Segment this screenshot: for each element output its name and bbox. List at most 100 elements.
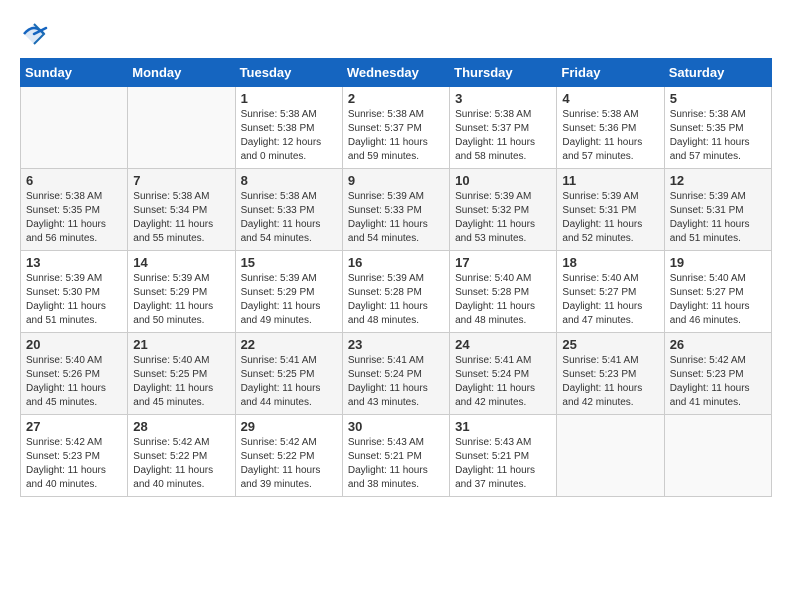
day-number: 7: [133, 173, 229, 188]
day-number: 16: [348, 255, 444, 270]
calendar-cell: 6 Sunrise: 5:38 AM Sunset: 5:35 PM Daylig…: [21, 169, 128, 251]
calendar-cell: 23Sunrise: 5:41 AM Sunset: 5:24 PM Dayli…: [342, 333, 449, 415]
day-info: Sunrise: 5:38 AM Sunset: 5:38 PM Dayligh…: [241, 108, 337, 164]
day-number: 19: [670, 255, 766, 270]
calendar-cell: 5 Sunrise: 5:38 AM Sunset: 5:35 PM Daylig…: [664, 87, 771, 169]
day-number: 23: [348, 337, 444, 352]
day-info: Sunrise: 5:40 AM Sunset: 5:28 PM Dayligh…: [455, 272, 551, 328]
day-info: Sunrise: 5:39 AM Sunset: 5:28 PM Dayligh…: [348, 272, 444, 328]
calendar-cell: [21, 87, 128, 169]
calendar-header: SundayMondayTuesdayWednesdayThursdayFrid…: [21, 59, 772, 87]
day-info: Sunrise: 5:38 AM Sunset: 5:35 PM Dayligh…: [670, 108, 766, 164]
day-info: Sunrise: 5:40 AM Sunset: 5:27 PM Dayligh…: [670, 272, 766, 328]
day-number: 26: [670, 337, 766, 352]
calendar-body: 1 Sunrise: 5:38 AM Sunset: 5:38 PM Daylig…: [21, 87, 772, 497]
day-number: 22: [241, 337, 337, 352]
day-info: Sunrise: 5:39 AM Sunset: 5:31 PM Dayligh…: [562, 190, 658, 246]
logo-icon: [20, 20, 48, 48]
calendar-cell: 20 Sunrise: 5:40 AM Sunset: 5:26 PM Dayli…: [21, 333, 128, 415]
day-info: Sunrise: 5:41 AM Sunset: 5:24 PM Dayligh…: [455, 354, 551, 410]
day-number: 27: [26, 419, 122, 434]
day-number: 2: [348, 91, 444, 106]
day-info: Sunrise: 5:40 AM Sunset: 5:26 PM Dayligh…: [26, 354, 122, 410]
calendar-cell: 17 Sunrise: 5:40 AM Sunset: 5:28 PM Dayli…: [450, 251, 557, 333]
calendar-cell: 10Sunrise: 5:39 AM Sunset: 5:32 PM Dayli…: [450, 169, 557, 251]
col-header-wednesday: Wednesday: [342, 59, 449, 87]
calendar-cell: [557, 415, 664, 497]
day-number: 10: [455, 173, 551, 188]
calendar: SundayMondayTuesdayWednesdayThursdayFrid…: [20, 58, 772, 497]
calendar-cell: 28Sunrise: 5:42 AM Sunset: 5:22 PM Dayli…: [128, 415, 235, 497]
day-info: Sunrise: 5:40 AM Sunset: 5:25 PM Dayligh…: [133, 354, 229, 410]
calendar-cell: 31 Sunrise: 5:43 AM Sunset: 5:21 PM Dayli…: [450, 415, 557, 497]
day-number: 6: [26, 173, 122, 188]
calendar-cell: 3Sunrise: 5:38 AM Sunset: 5:37 PM Daylig…: [450, 87, 557, 169]
week-row-3: 20 Sunrise: 5:40 AM Sunset: 5:26 PM Dayli…: [21, 333, 772, 415]
day-number: 14: [133, 255, 229, 270]
calendar-cell: 13 Sunrise: 5:39 AM Sunset: 5:30 PM Dayli…: [21, 251, 128, 333]
calendar-cell: 14Sunrise: 5:39 AM Sunset: 5:29 PM Dayli…: [128, 251, 235, 333]
header: [20, 20, 772, 48]
day-info: Sunrise: 5:40 AM Sunset: 5:27 PM Dayligh…: [562, 272, 658, 328]
day-number: 4: [562, 91, 658, 106]
day-number: 29: [241, 419, 337, 434]
day-number: 11: [562, 173, 658, 188]
week-row-2: 13 Sunrise: 5:39 AM Sunset: 5:30 PM Dayli…: [21, 251, 772, 333]
day-number: 9: [348, 173, 444, 188]
day-info: Sunrise: 5:38 AM Sunset: 5:36 PM Dayligh…: [562, 108, 658, 164]
day-number: 20: [26, 337, 122, 352]
day-info: Sunrise: 5:39 AM Sunset: 5:33 PM Dayligh…: [348, 190, 444, 246]
day-number: 3: [455, 91, 551, 106]
day-info: Sunrise: 5:38 AM Sunset: 5:34 PM Dayligh…: [133, 190, 229, 246]
calendar-cell: 29 Sunrise: 5:42 AM Sunset: 5:22 PM Dayli…: [235, 415, 342, 497]
day-info: Sunrise: 5:41 AM Sunset: 5:23 PM Dayligh…: [562, 354, 658, 410]
calendar-cell: 12 Sunrise: 5:39 AM Sunset: 5:31 PM Dayli…: [664, 169, 771, 251]
day-number: 13: [26, 255, 122, 270]
day-number: 21: [133, 337, 229, 352]
day-number: 8: [241, 173, 337, 188]
week-row-1: 6 Sunrise: 5:38 AM Sunset: 5:35 PM Daylig…: [21, 169, 772, 251]
col-header-monday: Monday: [128, 59, 235, 87]
day-number: 18: [562, 255, 658, 270]
calendar-cell: [128, 87, 235, 169]
calendar-cell: 30 Sunrise: 5:43 AM Sunset: 5:21 PM Dayli…: [342, 415, 449, 497]
day-number: 24: [455, 337, 551, 352]
calendar-cell: [664, 415, 771, 497]
day-info: Sunrise: 5:38 AM Sunset: 5:37 PM Dayligh…: [348, 108, 444, 164]
day-number: 17: [455, 255, 551, 270]
day-info: Sunrise: 5:43 AM Sunset: 5:21 PM Dayligh…: [455, 436, 551, 492]
day-number: 12: [670, 173, 766, 188]
day-number: 5: [670, 91, 766, 106]
calendar-cell: 15 Sunrise: 5:39 AM Sunset: 5:29 PM Dayli…: [235, 251, 342, 333]
calendar-cell: 2 Sunrise: 5:38 AM Sunset: 5:37 PM Daylig…: [342, 87, 449, 169]
calendar-cell: 16 Sunrise: 5:39 AM Sunset: 5:28 PM Dayli…: [342, 251, 449, 333]
day-info: Sunrise: 5:42 AM Sunset: 5:22 PM Dayligh…: [241, 436, 337, 492]
calendar-cell: 11 Sunrise: 5:39 AM Sunset: 5:31 PM Dayli…: [557, 169, 664, 251]
day-number: 31: [455, 419, 551, 434]
day-info: Sunrise: 5:38 AM Sunset: 5:35 PM Dayligh…: [26, 190, 122, 246]
calendar-cell: 26 Sunrise: 5:42 AM Sunset: 5:23 PM Dayli…: [664, 333, 771, 415]
col-header-tuesday: Tuesday: [235, 59, 342, 87]
day-info: Sunrise: 5:43 AM Sunset: 5:21 PM Dayligh…: [348, 436, 444, 492]
col-header-thursday: Thursday: [450, 59, 557, 87]
logo: [20, 20, 52, 48]
calendar-cell: 19 Sunrise: 5:40 AM Sunset: 5:27 PM Dayli…: [664, 251, 771, 333]
day-info: Sunrise: 5:39 AM Sunset: 5:30 PM Dayligh…: [26, 272, 122, 328]
calendar-cell: 18 Sunrise: 5:40 AM Sunset: 5:27 PM Dayli…: [557, 251, 664, 333]
col-header-friday: Friday: [557, 59, 664, 87]
day-number: 28: [133, 419, 229, 434]
day-info: Sunrise: 5:39 AM Sunset: 5:31 PM Dayligh…: [670, 190, 766, 246]
day-number: 30: [348, 419, 444, 434]
day-number: 15: [241, 255, 337, 270]
header-row: SundayMondayTuesdayWednesdayThursdayFrid…: [21, 59, 772, 87]
day-info: Sunrise: 5:42 AM Sunset: 5:23 PM Dayligh…: [670, 354, 766, 410]
calendar-cell: 24 Sunrise: 5:41 AM Sunset: 5:24 PM Dayli…: [450, 333, 557, 415]
day-info: Sunrise: 5:41 AM Sunset: 5:25 PM Dayligh…: [241, 354, 337, 410]
day-number: 1: [241, 91, 337, 106]
calendar-cell: 27 Sunrise: 5:42 AM Sunset: 5:23 PM Dayli…: [21, 415, 128, 497]
day-info: Sunrise: 5:39 AM Sunset: 5:29 PM Dayligh…: [241, 272, 337, 328]
day-number: 25: [562, 337, 658, 352]
day-info: Sunrise: 5:42 AM Sunset: 5:23 PM Dayligh…: [26, 436, 122, 492]
calendar-cell: 1 Sunrise: 5:38 AM Sunset: 5:38 PM Daylig…: [235, 87, 342, 169]
calendar-cell: 25 Sunrise: 5:41 AM Sunset: 5:23 PM Dayli…: [557, 333, 664, 415]
